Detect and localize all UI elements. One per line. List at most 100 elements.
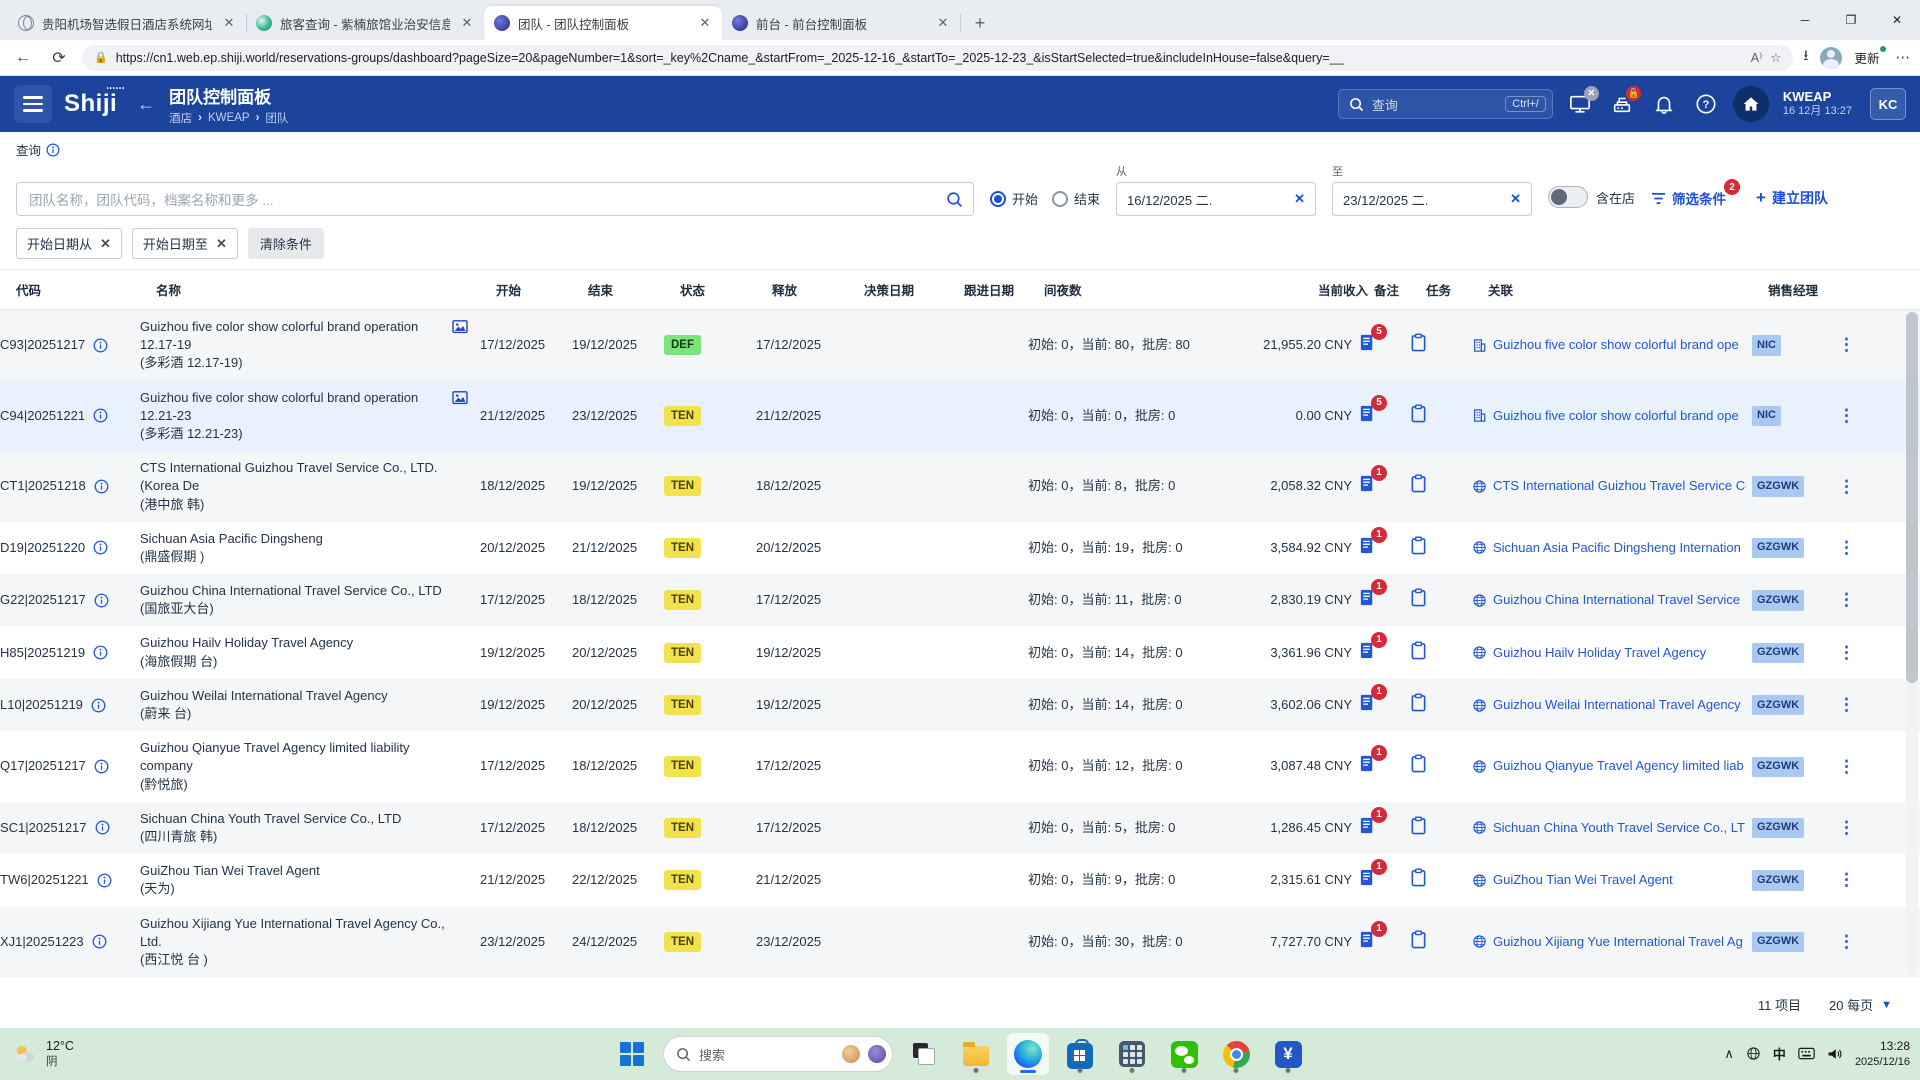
group-code-link[interactable]: H85|20251219 bbox=[0, 644, 85, 662]
notes-icon[interactable]: 1 bbox=[1358, 641, 1377, 665]
lock-icon[interactable]: 🔒 bbox=[94, 51, 108, 64]
row-menu-icon[interactable]: ⋮ bbox=[1838, 643, 1855, 662]
tasks-clipboard-icon[interactable] bbox=[1410, 340, 1427, 355]
radio-start[interactable]: 开始 bbox=[990, 189, 1038, 208]
browser-tab-4[interactable]: 前台 - 前台控制面板 ✕ bbox=[722, 6, 960, 40]
row-menu-icon[interactable]: ⋮ bbox=[1838, 477, 1855, 496]
row-menu-icon[interactable]: ⋮ bbox=[1838, 335, 1855, 354]
tasks-clipboard-icon[interactable] bbox=[1410, 411, 1427, 426]
clear-conditions-button[interactable]: 清除条件 bbox=[248, 228, 324, 259]
chrome-button[interactable] bbox=[1215, 1033, 1257, 1075]
row-menu-icon[interactable]: ⋮ bbox=[1838, 695, 1855, 714]
group-code-link[interactable]: C93|20251217 bbox=[0, 336, 85, 354]
group-code-link[interactable]: D19|20251220 bbox=[0, 539, 85, 557]
notifications-bell-icon[interactable] bbox=[1649, 89, 1679, 119]
clear-from-icon[interactable]: ✕ bbox=[1294, 191, 1305, 207]
home-icon[interactable] bbox=[1733, 86, 1769, 122]
col-current-revenue[interactable]: 当前收入 bbox=[1274, 280, 1374, 299]
property-code[interactable]: KWEAP bbox=[1783, 89, 1852, 105]
close-button[interactable]: ✕ bbox=[1874, 0, 1920, 40]
col-linked[interactable]: 关联 bbox=[1488, 280, 1768, 299]
col-name[interactable]: 名称 bbox=[156, 280, 496, 299]
linked-profile-link[interactable]: Guizhou Xijiang Yue International Travel… bbox=[1493, 933, 1746, 951]
notes-icon[interactable]: 1 bbox=[1358, 930, 1377, 954]
col-status[interactable]: 状态 bbox=[680, 280, 772, 299]
chip-start-date-from[interactable]: 开始日期从✕ bbox=[16, 228, 122, 259]
profile-avatar[interactable] bbox=[1820, 47, 1842, 69]
notes-icon[interactable]: 1 bbox=[1358, 474, 1377, 498]
network-icon[interactable] bbox=[1746, 1046, 1761, 1061]
system-clock[interactable]: 13:28 2025/12/16 bbox=[1855, 1039, 1910, 1069]
keyboard-icon[interactable] bbox=[1798, 1047, 1815, 1060]
weather-widget[interactable]: 12°C 阴 bbox=[12, 1038, 74, 1069]
scrollbar[interactable] bbox=[1906, 312, 1918, 975]
chip-close-icon[interactable]: ✕ bbox=[100, 236, 111, 252]
date-to-input[interactable]: 23/12/2025 二. ✕ bbox=[1332, 182, 1532, 216]
include-inhouse-toggle[interactable] bbox=[1548, 186, 1588, 208]
group-code-link[interactable]: L10|20251219 bbox=[0, 696, 83, 714]
group-search-input[interactable]: 团队名称，团队代码，档案名称和更多 ... bbox=[16, 182, 974, 216]
linked-profile-link[interactable]: GuiZhou Tian Wei Travel Agent bbox=[1493, 871, 1746, 889]
linked-profile-link[interactable]: Guizhou Weilai International Travel Agen… bbox=[1493, 696, 1746, 714]
per-page-select[interactable]: 20 每页 ▼ bbox=[1829, 995, 1892, 1014]
tasks-clipboard-icon[interactable] bbox=[1410, 543, 1427, 558]
col-sales-manager[interactable]: 销售经理 bbox=[1768, 280, 1854, 299]
browser-tab-3-active[interactable]: 团队 - 团队控制面板 ✕ bbox=[484, 6, 722, 40]
task-view-button[interactable] bbox=[903, 1033, 945, 1075]
col-decision-date[interactable]: 决策日期 bbox=[864, 280, 964, 299]
back-arrow-icon[interactable]: ← bbox=[137, 94, 155, 115]
row-menu-icon[interactable]: ⋮ bbox=[1838, 818, 1855, 837]
col-code[interactable]: 代码 bbox=[16, 280, 156, 299]
col-release[interactable]: 释放 bbox=[772, 280, 864, 299]
col-notes[interactable]: 备注 bbox=[1374, 280, 1426, 299]
image-attachment-icon[interactable] bbox=[452, 320, 468, 339]
notes-icon[interactable]: 1 bbox=[1358, 536, 1377, 560]
global-search-input[interactable]: 查询 Ctrl+/ bbox=[1338, 89, 1553, 119]
info-icon[interactable] bbox=[94, 759, 109, 774]
breadcrumb-property[interactable]: KWEAP bbox=[208, 112, 250, 124]
info-icon[interactable] bbox=[94, 593, 109, 608]
date-from-input[interactable]: 16/12/2025 二. ✕ bbox=[1116, 182, 1316, 216]
maximize-button[interactable]: ❐ bbox=[1828, 0, 1874, 40]
info-icon[interactable] bbox=[97, 873, 112, 888]
notes-icon[interactable]: 5 bbox=[1358, 404, 1377, 428]
notes-icon[interactable]: 1 bbox=[1358, 868, 1377, 892]
info-icon[interactable] bbox=[93, 540, 108, 555]
group-code-link[interactable]: G22|20251217 bbox=[0, 591, 86, 609]
tab-close-icon[interactable]: ✕ bbox=[458, 14, 476, 32]
clear-to-icon[interactable]: ✕ bbox=[1510, 191, 1521, 207]
taskbar-search[interactable]: 搜索 bbox=[663, 1036, 893, 1072]
col-room-nights[interactable]: 间夜数 bbox=[1044, 280, 1274, 299]
notes-icon[interactable]: 1 bbox=[1358, 754, 1377, 778]
help-icon[interactable]: ? bbox=[1691, 89, 1721, 119]
back-icon[interactable]: ← bbox=[10, 49, 36, 67]
tasks-clipboard-icon[interactable] bbox=[1410, 648, 1427, 663]
row-menu-icon[interactable]: ⋮ bbox=[1838, 590, 1855, 609]
notes-icon[interactable]: 1 bbox=[1358, 693, 1377, 717]
group-code-link[interactable]: CT1|20251218 bbox=[0, 477, 86, 495]
breadcrumb-hotel[interactable]: 酒店 bbox=[169, 110, 192, 126]
tasks-clipboard-icon[interactable] bbox=[1410, 823, 1427, 838]
row-menu-icon[interactable]: ⋮ bbox=[1838, 538, 1855, 557]
tab-close-icon[interactable]: ✕ bbox=[220, 14, 238, 32]
bank-app-button[interactable]: ¥ bbox=[1267, 1033, 1309, 1075]
group-code-link[interactable]: TW6|20251221 bbox=[0, 871, 89, 889]
browser-tab-1[interactable]: 贵阳机场智选假日酒店系统网址导 ✕ bbox=[8, 6, 246, 40]
info-icon[interactable] bbox=[93, 338, 108, 353]
tab-close-icon[interactable]: ✕ bbox=[934, 14, 952, 32]
info-icon[interactable] bbox=[95, 820, 110, 835]
tasks-clipboard-icon[interactable] bbox=[1410, 700, 1427, 715]
tasks-clipboard-icon[interactable] bbox=[1410, 761, 1427, 776]
tasks-clipboard-icon[interactable] bbox=[1410, 875, 1427, 890]
row-menu-icon[interactable]: ⋮ bbox=[1838, 932, 1855, 951]
speaker-icon[interactable] bbox=[1827, 1047, 1843, 1061]
radio-end[interactable]: 结束 bbox=[1052, 189, 1100, 208]
tray-chevron-icon[interactable]: ∧ bbox=[1724, 1046, 1734, 1062]
user-avatar[interactable]: KC bbox=[1870, 88, 1906, 120]
group-code-link[interactable]: C94|20251221 bbox=[0, 407, 85, 425]
notes-icon[interactable]: 1 bbox=[1358, 816, 1377, 840]
tab-close-icon[interactable]: ✕ bbox=[696, 14, 714, 32]
calculator-button[interactable] bbox=[1111, 1033, 1153, 1075]
ime-indicator[interactable]: 中 bbox=[1773, 1044, 1786, 1063]
linked-profile-link[interactable]: Sichuan China Youth Travel Service Co., … bbox=[1493, 819, 1746, 837]
